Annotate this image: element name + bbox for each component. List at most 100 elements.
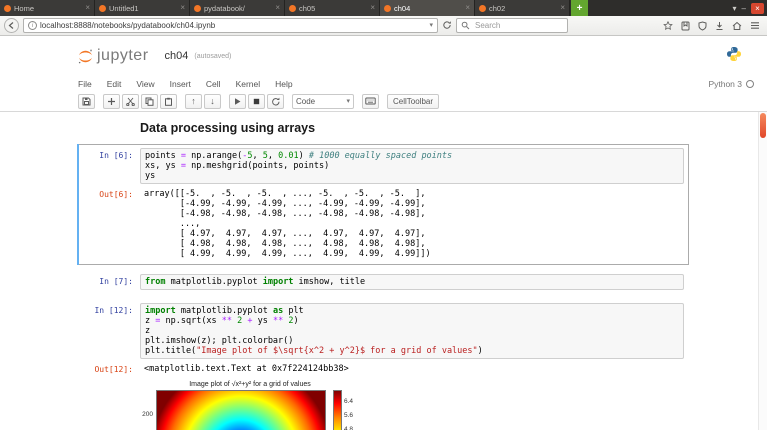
markdown-cell[interactable]: Data processing using arrays (77, 117, 689, 139)
stop-icon (253, 98, 260, 104)
colorbar-ticks: 6.4 5.6 4.8 4.0 3.2 (344, 390, 358, 430)
kernel-name: Python 3 (708, 78, 742, 89)
plus-icon (108, 97, 115, 105)
tab-close-icon[interactable]: × (560, 4, 565, 12)
scrollbar-thumb[interactable] (760, 113, 766, 138)
browser-tab-untitled1[interactable]: Untitled1 × (95, 0, 190, 16)
play-icon (235, 97, 241, 105)
tab-list-caret-icon[interactable]: ▾ (733, 4, 737, 13)
jupyter-favicon-icon (99, 4, 106, 12)
plot-title: Image plot of √x²+y² for a grid of value… (189, 381, 311, 388)
image-plot (156, 390, 326, 430)
jupyter-header: jupyter ch04 (autosaved) (0, 36, 767, 76)
restart-kernel-button[interactable] (267, 93, 284, 109)
tab-close-icon[interactable]: × (465, 4, 470, 12)
code-cell-in12[interactable]: In [12]: import matplotlib.pyplot as plt… (77, 299, 689, 430)
browser-tab-home[interactable]: Home × (0, 0, 95, 16)
empty-prompt (82, 121, 140, 135)
browser-tab-ch04-active[interactable]: ch04 × (380, 0, 475, 16)
plot-y-axis: 200 400 (140, 390, 156, 430)
browser-tab-ch05[interactable]: ch05 × (285, 0, 380, 16)
move-cell-down-button[interactable]: ↓ (204, 93, 221, 109)
window-close-button[interactable]: × (751, 2, 764, 14)
jupyter-logo[interactable]: jupyter (77, 47, 149, 65)
menu-view[interactable]: View (136, 79, 154, 89)
select-caret-icon: ▾ (346, 97, 350, 105)
reload-button[interactable] (442, 17, 452, 35)
command-palette-button[interactable] (362, 93, 379, 109)
bookmark-star-icon[interactable] (663, 20, 673, 31)
run-cell-button[interactable] (229, 93, 246, 109)
jupyter-favicon-icon (479, 4, 486, 12)
colorbar-tick-label: 6.4 (344, 398, 354, 405)
downloads-icon[interactable] (715, 21, 724, 31)
window-minimize-button[interactable]: – (742, 4, 746, 13)
insert-cell-button[interactable] (103, 93, 120, 109)
jupyter-favicon-icon (4, 4, 11, 12)
scrollbar-track[interactable] (758, 112, 767, 430)
cell-type-select[interactable]: Code ▾ (292, 93, 354, 109)
matplotlib-figure: Image plot of √x²+y² for a grid of value… (140, 381, 358, 430)
output-prompt: Out[6]: (99, 190, 133, 199)
code-cell-in6[interactable]: In [6]: points = np.arange(-5, 5, 0.01) … (77, 144, 689, 265)
search-input[interactable] (473, 20, 563, 31)
menu-kernel[interactable]: Kernel (236, 79, 261, 89)
tab-close-icon[interactable]: × (370, 4, 375, 12)
tab-close-icon[interactable]: × (85, 4, 90, 12)
new-tab-button[interactable]: + (571, 0, 588, 16)
url-bar[interactable]: i ▾ (23, 18, 438, 33)
search-icon (461, 21, 470, 30)
celltoolbar-button[interactable]: CellToolbar (387, 93, 440, 109)
page-info-icon[interactable]: i (28, 21, 37, 30)
code-cell-in7[interactable]: In [7]: from matplotlib.pyplot import im… (77, 270, 689, 294)
move-cell-up-button[interactable]: ↑ (185, 93, 202, 109)
arrow-down-icon: ↓ (210, 96, 215, 106)
menu-hamburger-icon[interactable] (750, 21, 760, 30)
shield-icon[interactable] (698, 20, 707, 31)
tab-label: Untitled1 (109, 3, 139, 13)
menu-help[interactable]: Help (275, 79, 292, 89)
cut-cell-button[interactable] (122, 93, 139, 109)
url-dropdown-caret-icon[interactable]: ▾ (429, 22, 433, 29)
tab-close-icon[interactable]: × (180, 4, 185, 12)
notebook-area: Data processing using arrays In [6]: poi… (0, 112, 767, 430)
code-input[interactable]: from matplotlib.pyplot import imshow, ti… (140, 274, 684, 290)
interrupt-kernel-button[interactable] (248, 93, 265, 109)
kernel-idle-icon (746, 79, 754, 88)
menu-insert[interactable]: Insert (170, 79, 191, 89)
browser-tab-ch02[interactable]: ch02 × (475, 0, 570, 16)
python-logo-icon (726, 46, 742, 67)
floppy-icon (82, 97, 91, 105)
colorbar-tick-label: 4.8 (344, 426, 354, 430)
search-bar[interactable] (456, 18, 568, 33)
menu-edit[interactable]: Edit (107, 79, 122, 89)
jupyter-page: jupyter ch04 (autosaved) File Edit View … (0, 36, 767, 430)
menu-file[interactable]: File (78, 79, 92, 89)
browser-tab-pydatabook[interactable]: pydatabook/ × (190, 0, 285, 16)
back-arrow-icon (8, 22, 14, 29)
section-heading: Data processing using arrays (140, 121, 316, 135)
tab-label: ch04 (394, 3, 411, 13)
home-icon[interactable] (732, 21, 742, 31)
notebook-title[interactable]: ch04 (165, 50, 189, 62)
tab-close-icon[interactable]: × (275, 4, 280, 12)
cell-type-value: Code (296, 96, 316, 106)
jupyter-planet-icon (78, 48, 92, 63)
copy-cell-button[interactable] (141, 93, 158, 109)
back-button[interactable] (4, 18, 19, 33)
bookmarks-menu-icon[interactable] (681, 21, 690, 31)
empty-prompt (82, 379, 140, 430)
code-input[interactable]: points = np.arange(-5, 5, 0.01) # 1000 e… (140, 148, 684, 184)
arrow-up-icon: ↑ (191, 96, 196, 106)
paste-cell-button[interactable] (160, 93, 177, 109)
input-prompt: In [7]: (99, 277, 133, 286)
cell-output: array([[-5. , -5. , -5. , ..., -5. , -5.… (144, 189, 431, 259)
kernel-indicator: Python 3 (708, 79, 754, 89)
save-button[interactable] (78, 93, 95, 109)
url-input[interactable] (40, 21, 427, 30)
menu-cell[interactable]: Cell (206, 79, 221, 89)
tab-label: ch02 (489, 3, 506, 13)
window-titlebar: Home × Untitled1 × pydatabook/ × ch05 × … (0, 0, 767, 16)
code-input[interactable]: import matplotlib.pyplot as plt z = np.sq… (140, 303, 684, 359)
output-prompt: Out[12]: (94, 365, 133, 374)
